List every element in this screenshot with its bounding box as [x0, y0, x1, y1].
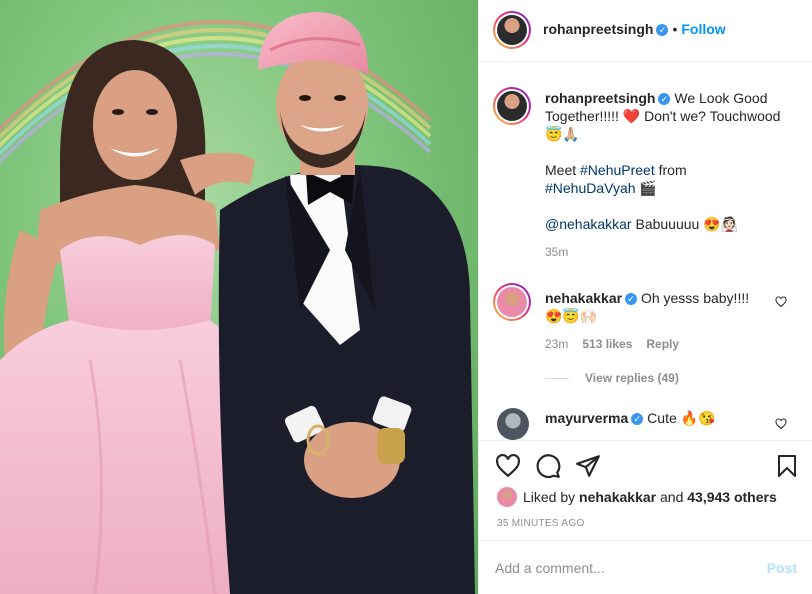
hashtag-nehudavyah[interactable]: #NehuDaVyah	[545, 180, 636, 196]
comment-meta: 23m 513 likes Reply	[545, 337, 679, 351]
verified-icon: ✓	[656, 24, 669, 36]
verified-icon: ✓	[658, 93, 671, 105]
share-icon[interactable]	[575, 453, 601, 479]
heart-outline-icon[interactable]	[775, 418, 787, 430]
caption-meet-text: Meet	[545, 162, 581, 178]
heart-icon[interactable]	[495, 453, 521, 479]
comment-icon[interactable]	[535, 453, 561, 479]
verified-icon: ✓	[631, 413, 644, 425]
post-actions: Liked by nehakakkar and 43,943 others 35…	[479, 440, 812, 540]
post-image	[0, 12, 475, 594]
likes-summary: Liked by nehakakkar and 43,943 others	[523, 489, 777, 505]
comment-username[interactable]: nehakakkar	[545, 290, 622, 306]
comment-time: 23m	[545, 337, 569, 351]
hashtag-nehupreet[interactable]: #NehuPreet	[580, 162, 655, 178]
comment-username[interactable]: mayurverma	[545, 410, 628, 426]
likes-others[interactable]: 43,943 others	[687, 489, 777, 505]
reply-button[interactable]: Reply	[646, 337, 679, 351]
replies-divider	[545, 378, 569, 380]
caption-username[interactable]: rohanpreetsingh	[545, 90, 655, 106]
caption-from-text: from	[654, 162, 687, 178]
author-avatar[interactable]	[493, 11, 531, 49]
comment-avatar[interactable]	[493, 283, 531, 321]
separator-dot: •	[672, 21, 678, 37]
add-comment-bar: Add a comment... Post	[479, 540, 812, 594]
author-username[interactable]: rohanpreetsingh	[543, 21, 653, 37]
post-comment-button[interactable]: Post	[767, 560, 797, 576]
verified-icon: ✓	[625, 293, 638, 305]
comment-likes[interactable]: 513 likes	[582, 337, 632, 351]
mention-nehakakkar[interactable]: @nehakakkar	[545, 216, 632, 232]
view-replies-button[interactable]: View replies (49)	[545, 371, 679, 385]
caption-babu-text: Babuuuuu 😍👰🏻	[631, 216, 739, 232]
comments-area[interactable]: rohanpreetsingh ✓ We Look Good Together!!…	[479, 62, 812, 440]
view-replies-label: View replies (49)	[585, 371, 679, 385]
post-timestamp[interactable]: 35 MINUTES AGO	[497, 518, 585, 529]
heart-outline-icon[interactable]	[775, 296, 787, 308]
caption-clapper-emoji: 🎬	[635, 180, 657, 196]
liker-username[interactable]: nehakakkar	[579, 489, 656, 505]
comment-item: nehakakkar ✓ Oh yesss baby!!!! 😍😇🙌🏻	[545, 289, 765, 325]
liker-avatar[interactable]	[497, 487, 517, 507]
comment-item: mayurverma ✓ Cute 🔥😘	[545, 409, 765, 427]
likes-prefix: Liked by	[523, 489, 580, 505]
caption-timestamp: 35m	[545, 245, 569, 259]
post-header: rohanpreetsingh ✓ • Follow	[479, 0, 812, 62]
post-caption: rohanpreetsingh ✓ We Look Good Together!!…	[545, 89, 795, 261]
caption-avatar[interactable]	[493, 87, 531, 125]
post-photo[interactable]	[0, 0, 478, 594]
comment-avatar[interactable]	[497, 408, 529, 440]
post-side-panel: rohanpreetsingh ✓ • Follow rohanpreetsingh ✓…	[478, 0, 812, 594]
follow-button[interactable]: Follow	[681, 21, 725, 37]
comment-text: Cute 🔥😘	[647, 410, 716, 426]
likes-and: and	[656, 489, 688, 505]
comment-input[interactable]: Add a comment...	[495, 560, 605, 576]
bookmark-icon[interactable]	[775, 453, 799, 479]
